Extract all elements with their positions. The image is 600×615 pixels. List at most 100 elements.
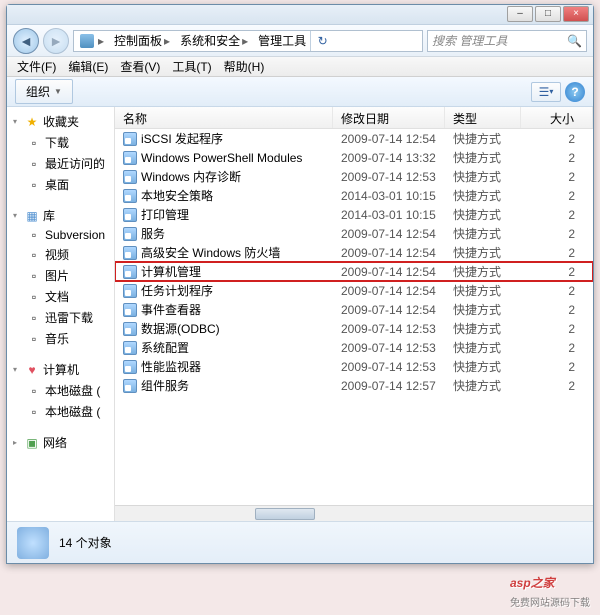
file-type: 快捷方式 bbox=[445, 206, 521, 223]
file-row[interactable]: iSCSI 发起程序2009-07-14 12:54快捷方式2 bbox=[115, 129, 593, 148]
file-type: 快捷方式 bbox=[445, 320, 521, 337]
file-type: 快捷方式 bbox=[445, 130, 521, 147]
file-name: 数据源(ODBC) bbox=[141, 320, 220, 337]
file-type: 快捷方式 bbox=[445, 301, 521, 318]
file-name: Windows 内存诊断 bbox=[141, 168, 241, 185]
shortcut-icon bbox=[123, 360, 137, 374]
file-name: 本地安全策略 bbox=[141, 187, 213, 204]
file-row[interactable]: 任务计划程序2009-07-14 12:54快捷方式2 bbox=[115, 281, 593, 300]
shortcut-icon bbox=[123, 303, 137, 317]
file-row[interactable]: 本地安全策略2014-03-01 10:15快捷方式2 bbox=[115, 186, 593, 205]
shortcut-icon bbox=[123, 379, 137, 393]
file-size: 2 bbox=[521, 132, 593, 146]
sidebar-group-comp[interactable]: ▾♥计算机 bbox=[7, 359, 114, 380]
explorer-window: – □ × ◄ ► ▸ 控制面板▸ 系统和安全▸ 管理工具 ↻ 搜索 管理工具 … bbox=[6, 4, 594, 564]
file-date: 2014-03-01 10:15 bbox=[333, 189, 445, 203]
sidebar-item[interactable]: ▫文档 bbox=[7, 286, 114, 307]
shortcut-icon bbox=[123, 189, 137, 203]
file-row[interactable]: 服务2009-07-14 12:54快捷方式2 bbox=[115, 224, 593, 243]
file-row[interactable]: 组件服务2009-07-14 12:57快捷方式2 bbox=[115, 376, 593, 395]
back-button[interactable]: ◄ bbox=[13, 28, 39, 54]
file-row[interactable]: Windows PowerShell Modules2009-07-14 13:… bbox=[115, 148, 593, 167]
item-icon: ▫ bbox=[27, 157, 41, 171]
scroll-thumb[interactable] bbox=[255, 508, 315, 520]
menu-item[interactable]: 查看(V) bbox=[114, 56, 166, 77]
help-button[interactable]: ? bbox=[565, 82, 585, 102]
file-date: 2009-07-14 12:54 bbox=[333, 246, 445, 260]
sidebar-item[interactable]: ▫迅雷下载 bbox=[7, 307, 114, 328]
shortcut-icon bbox=[123, 284, 137, 298]
file-size: 2 bbox=[521, 227, 593, 241]
file-type: 快捷方式 bbox=[445, 244, 521, 261]
file-type: 快捷方式 bbox=[445, 282, 521, 299]
file-row[interactable]: 计算机管理2009-07-14 12:54快捷方式2 bbox=[115, 262, 593, 281]
nav-bar: ◄ ► ▸ 控制面板▸ 系统和安全▸ 管理工具 ↻ 搜索 管理工具 🔍 bbox=[7, 25, 593, 57]
file-date: 2014-03-01 10:15 bbox=[333, 208, 445, 222]
sidebar-group-net[interactable]: ▸▣网络 bbox=[7, 432, 114, 453]
maximize-button[interactable]: □ bbox=[535, 6, 561, 22]
sidebar-item[interactable]: ▫本地磁盘 ( bbox=[7, 380, 114, 401]
sidebar-item[interactable]: ▫下载 bbox=[7, 132, 114, 153]
sidebar-item[interactable]: ▫本地磁盘 ( bbox=[7, 401, 114, 422]
file-size: 2 bbox=[521, 303, 593, 317]
sidebar-item[interactable]: ▫视频 bbox=[7, 244, 114, 265]
file-name: 组件服务 bbox=[141, 377, 189, 394]
breadcrumb-seg[interactable]: 系统和安全▸ bbox=[176, 31, 254, 51]
content-area: ▾★收藏夹▫下载▫最近访问的▫桌面 ▾▦库▫Subversion▫视频▫图片▫文档… bbox=[7, 107, 593, 521]
file-type: 快捷方式 bbox=[445, 339, 521, 356]
refresh-button[interactable]: ↻ bbox=[310, 30, 334, 52]
file-name: 计算机管理 bbox=[141, 263, 201, 280]
titlebar[interactable]: – □ × bbox=[7, 5, 593, 25]
menu-item[interactable]: 编辑(E) bbox=[62, 56, 114, 77]
file-name: 性能监视器 bbox=[141, 358, 201, 375]
item-icon: ▫ bbox=[27, 290, 41, 304]
column-type[interactable]: 类型 bbox=[445, 107, 521, 128]
file-row[interactable]: 数据源(ODBC)2009-07-14 12:53快捷方式2 bbox=[115, 319, 593, 338]
column-date[interactable]: 修改日期 bbox=[333, 107, 445, 128]
file-size: 2 bbox=[521, 284, 593, 298]
sidebar-group-fav[interactable]: ▾★收藏夹 bbox=[7, 111, 114, 132]
shortcut-icon bbox=[123, 170, 137, 184]
sidebar-group-lib[interactable]: ▾▦库 bbox=[7, 205, 114, 226]
sidebar-item[interactable]: ▫Subversion bbox=[7, 226, 114, 244]
file-row[interactable]: 打印管理2014-03-01 10:15快捷方式2 bbox=[115, 205, 593, 224]
sidebar-item[interactable]: ▫最近访问的 bbox=[7, 153, 114, 174]
file-list: iSCSI 发起程序2009-07-14 12:54快捷方式2Windows P… bbox=[115, 129, 593, 505]
sidebar-item[interactable]: ▫桌面 bbox=[7, 174, 114, 195]
menu-item[interactable]: 帮助(H) bbox=[218, 56, 271, 77]
file-row[interactable]: 事件查看器2009-07-14 12:54快捷方式2 bbox=[115, 300, 593, 319]
view-mode-button[interactable]: ☰ ▾ bbox=[531, 82, 561, 102]
file-row[interactable]: 系统配置2009-07-14 12:53快捷方式2 bbox=[115, 338, 593, 357]
horizontal-scrollbar[interactable] bbox=[115, 505, 593, 521]
file-row[interactable]: 高级安全 Windows 防火墙2009-07-14 12:54快捷方式2 bbox=[115, 243, 593, 262]
details-pane: 14 个对象 bbox=[7, 521, 593, 563]
search-input[interactable]: 搜索 管理工具 🔍 bbox=[427, 30, 587, 52]
forward-button[interactable]: ► bbox=[43, 28, 69, 54]
breadcrumb-seg[interactable]: 控制面板▸ bbox=[110, 31, 176, 51]
file-type: 快捷方式 bbox=[445, 187, 521, 204]
watermark: asp之家 免费网站源码下载 bbox=[510, 562, 590, 609]
minimize-button[interactable]: – bbox=[507, 6, 533, 22]
file-date: 2009-07-14 12:54 bbox=[333, 303, 445, 317]
search-icon[interactable]: 🔍 bbox=[567, 34, 582, 48]
control-panel-icon bbox=[80, 34, 94, 48]
file-name: 系统配置 bbox=[141, 339, 189, 356]
column-name[interactable]: 名称 bbox=[115, 107, 333, 128]
sidebar-item[interactable]: ▫图片 bbox=[7, 265, 114, 286]
close-button[interactable]: × bbox=[563, 6, 589, 22]
file-name: 打印管理 bbox=[141, 206, 189, 223]
menu-item[interactable]: 工具(T) bbox=[166, 56, 217, 77]
file-row[interactable]: 性能监视器2009-07-14 12:53快捷方式2 bbox=[115, 357, 593, 376]
file-type: 快捷方式 bbox=[445, 149, 521, 166]
breadcrumb-seg[interactable]: 管理工具 bbox=[254, 31, 310, 51]
address-bar[interactable]: ▸ 控制面板▸ 系统和安全▸ 管理工具 ↻ bbox=[73, 30, 423, 52]
file-row[interactable]: Windows 内存诊断2009-07-14 12:53快捷方式2 bbox=[115, 167, 593, 186]
file-date: 2009-07-14 12:53 bbox=[333, 322, 445, 336]
menu-bar: 文件(F)编辑(E)查看(V)工具(T)帮助(H) bbox=[7, 57, 593, 77]
breadcrumb-root[interactable]: ▸ bbox=[76, 31, 110, 51]
column-size[interactable]: 大小 bbox=[521, 107, 593, 128]
comp-icon: ♥ bbox=[25, 363, 39, 377]
sidebar-item[interactable]: ▫音乐 bbox=[7, 328, 114, 349]
organize-button[interactable]: 组织▼ bbox=[15, 79, 73, 104]
menu-item[interactable]: 文件(F) bbox=[11, 56, 62, 77]
